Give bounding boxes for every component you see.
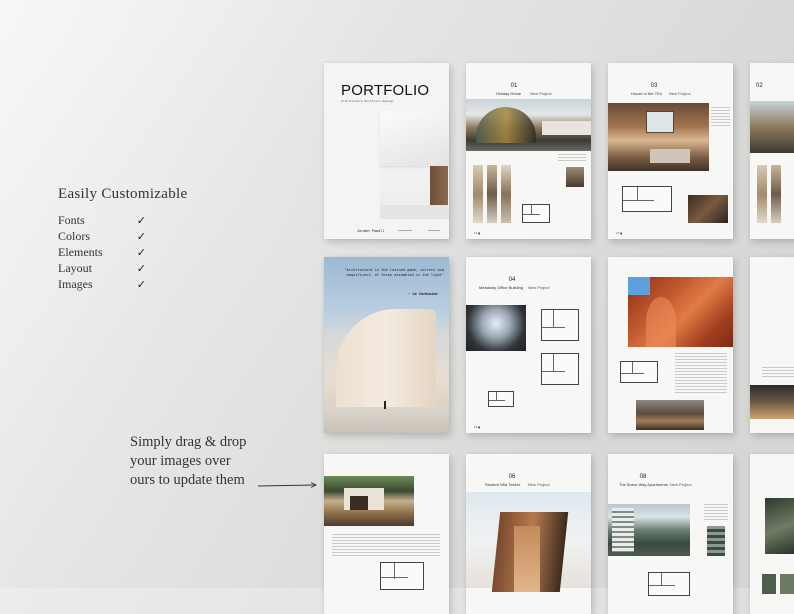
project-hero-image [466,305,526,351]
page-partial-row1[interactable]: 02 [750,63,794,239]
project-title: The Brave Way Apartments [619,482,668,487]
page-project-06[interactable]: 06 Student Villa Tekere New Project [466,454,591,614]
project-hero-image [466,99,591,151]
feature-item-elements: Elements ✓ [58,244,146,260]
page-partial-row2[interactable] [750,257,794,433]
thumb-image [636,400,704,430]
project-hero-image [466,492,591,592]
project-tag: New Project [528,482,550,487]
feature-label: Images [58,276,93,291]
feature-item-fonts: Fonts ✓ [58,212,146,228]
floor-plan-image [380,562,424,590]
thumb-image [688,195,728,223]
page-project-01[interactable]: 01 Holiday Home New Project 01 ■ [466,63,591,239]
drag-drop-callout: Simply drag & drop your images over ours… [130,433,246,490]
features-heading: Easily Customizable [58,186,188,202]
checkmark-icon: ✓ [136,213,146,227]
floor-plan-image [541,353,579,385]
feature-label: Colors [58,228,91,243]
arrow-right-icon [258,482,318,488]
cover-title: PORTFOLIO [341,82,430,99]
project-tag: New Project [530,91,552,96]
description-text [675,353,727,393]
thumb-image [780,574,794,594]
description-text [704,504,728,520]
cover-subtitle: Architecture Portfolio Design [341,99,394,103]
floor-plan-image [488,391,514,407]
floor-plan-image [648,572,690,596]
project-number: 03 [650,83,658,89]
floor-plan-image [522,204,550,223]
thumb-image [707,526,725,556]
project-tag: New Project [669,91,691,96]
project-hero-image [765,498,794,554]
project-hero-image [608,103,709,171]
quote-text: "Architecture is the learned game, corre… [344,268,444,277]
feature-item-layout: Layout ✓ [58,260,146,276]
project-title: Holiday Home [496,91,522,96]
project-number: 08 [639,474,647,480]
page-project-05[interactable] [608,257,733,433]
thumb-image [757,165,767,223]
feature-item-images: Images ✓ [58,276,146,292]
project-number: 01 [510,83,518,89]
project-hero-image [628,277,733,347]
project-number-partial: 02 [756,83,763,89]
page-cover[interactable]: PORTFOLIO Architecture Portfolio Design … [324,63,449,239]
description-text [558,154,586,162]
floor-plan-image [620,361,658,383]
project-hero-image [324,476,414,526]
project-tag: New Project [670,482,692,487]
thumb-image [487,165,497,223]
thumb-image [566,167,584,187]
callout-line: ours to update them [130,472,245,488]
project-number: 06 [508,474,516,480]
description-text [762,367,794,379]
project-title: House in the 70's [631,91,662,96]
page-project-text[interactable] [324,454,449,614]
project-tag: New Project [528,285,550,290]
thumb-image [501,165,511,223]
description-text [332,534,440,558]
feature-label: Fonts [58,212,85,227]
floor-plan-image [622,186,672,212]
checkmark-icon: ✓ [136,245,146,259]
cover-image [380,111,449,219]
cover-author: Jordan Powell [357,229,385,233]
footer-text-line [428,230,440,231]
callout-line: Simply drag & drop [130,434,247,450]
thumb-image [762,574,776,594]
feature-item-colors: Colors ✓ [58,228,146,244]
project-hero-image [608,504,690,556]
checkmark-icon: ✓ [136,261,146,275]
quote-background-image [324,257,449,433]
feature-label: Layout [58,260,92,275]
page-project-08[interactable]: 08 The Brave Way Apartments New Project [608,454,733,614]
quote-author: - Le Corbusier [408,292,439,296]
thumb-image [771,165,781,223]
project-title: Meadway Office Building [479,285,523,290]
description-text [711,107,730,127]
project-title: Student Villa Tekere [485,482,521,487]
features-list: Fonts ✓ Colors ✓ Elements ✓ Layout ✓ Images ✓ [58,212,146,292]
page-partial-row3[interactable] [750,454,794,614]
page-project-04[interactable]: 04 Meadway Office Building New Project 0… [466,257,591,433]
project-number: 04 [508,277,516,283]
floor-plan-image [541,309,579,341]
feature-label: Elements [58,244,103,259]
callout-line: your images over [130,453,231,469]
checkmark-icon: ✓ [136,229,146,243]
page-quote[interactable]: "Architecture is the learned game, corre… [324,257,449,433]
project-hero-image [750,101,794,153]
page-project-03[interactable]: 03 House in the 70's New Project 03 ■ [608,63,733,239]
footer-text-line [398,230,412,231]
thumb-image [473,165,483,223]
thumb-image [750,385,794,419]
checkmark-icon: ✓ [136,277,146,291]
